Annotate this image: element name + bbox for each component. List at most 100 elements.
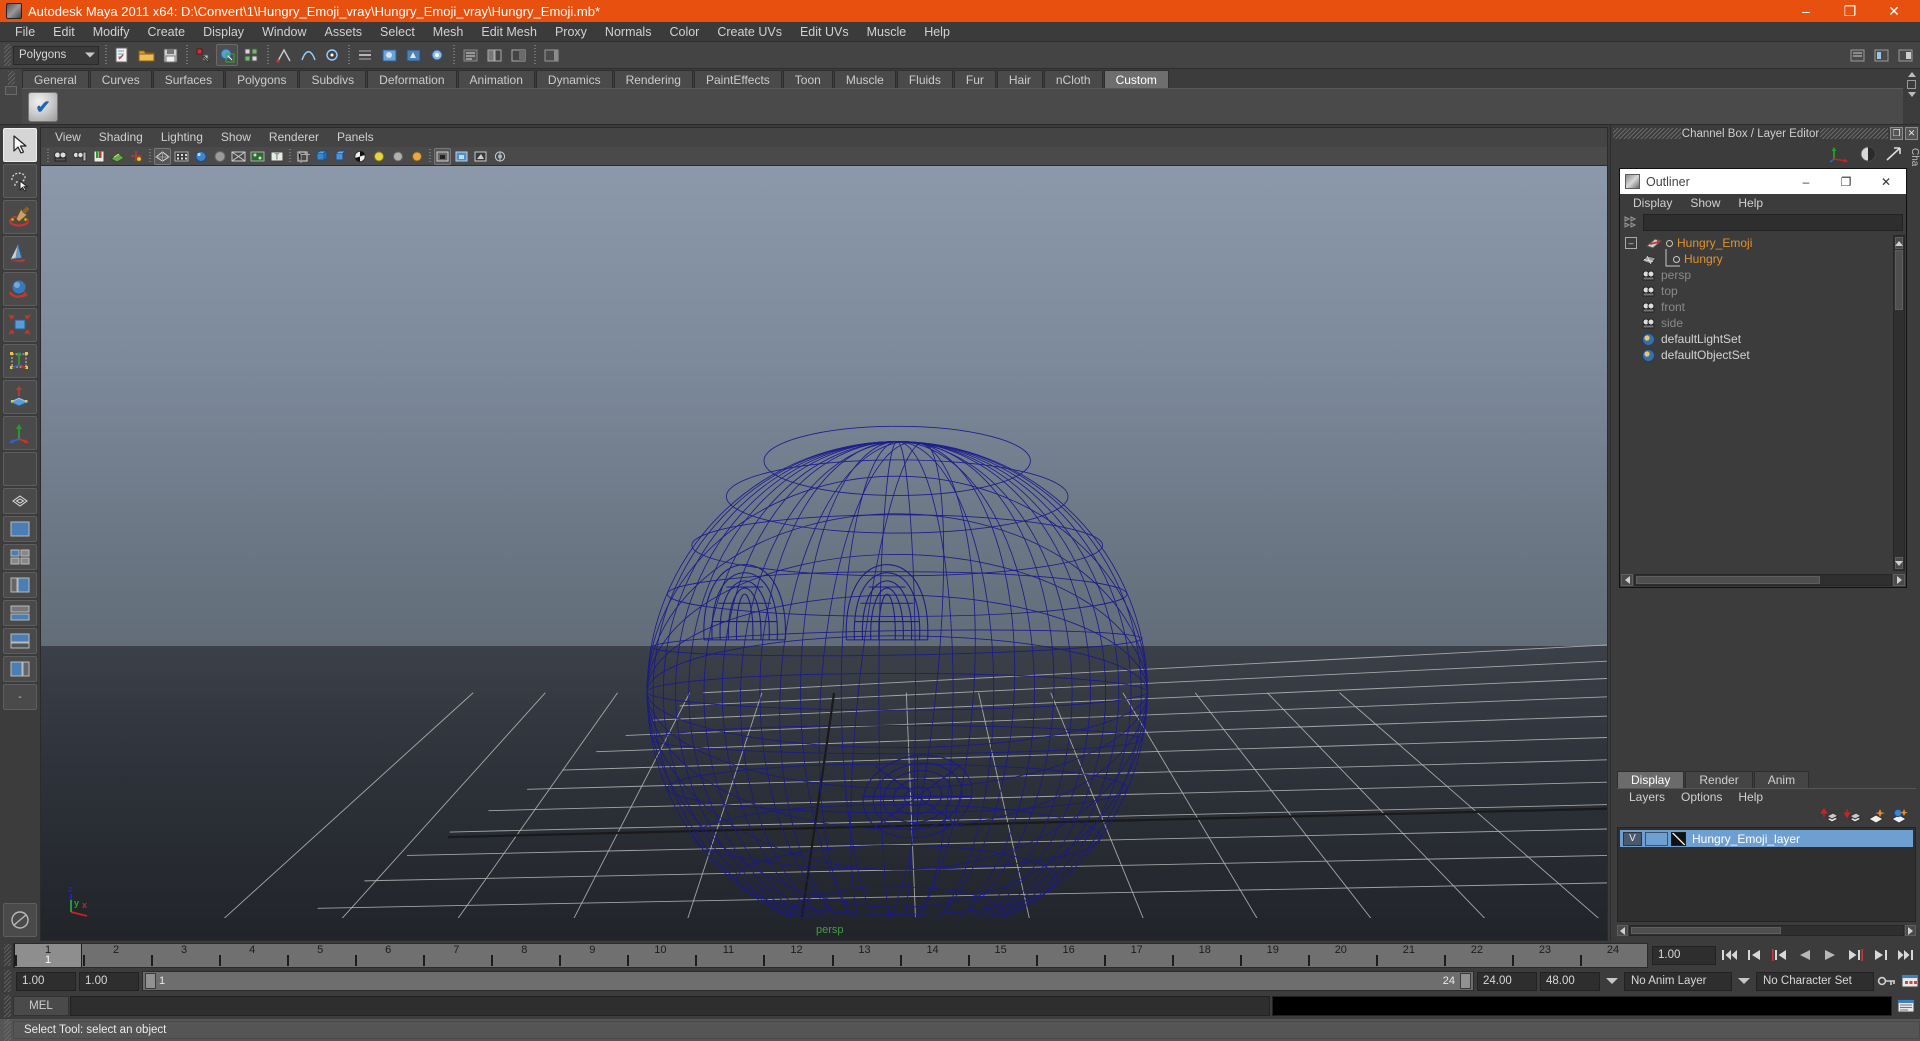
menu-edit-mesh[interactable]: Edit Mesh	[472, 22, 546, 42]
wireframe-shading-icon[interactable]	[154, 148, 171, 165]
viewport-3d[interactable]: persp z y x	[41, 166, 1607, 940]
layer-menu-layers[interactable]: Layers	[1621, 789, 1673, 806]
outliner-row-top[interactable]: top	[1620, 283, 1906, 299]
rotate-tool[interactable]	[3, 272, 37, 306]
smooth-mesh-preview-icon[interactable]	[332, 148, 349, 165]
dock-grip-left[interactable]	[1613, 128, 1681, 139]
select-by-component-type-icon[interactable]	[240, 44, 262, 66]
shelf-expand-icon[interactable]	[1907, 80, 1916, 89]
anim-layer-select[interactable]: No Anim Layer	[1624, 972, 1732, 991]
create-layer-from-selected-icon[interactable]	[1890, 808, 1908, 824]
show-hide-tool-settings-icon[interactable]	[1870, 44, 1892, 66]
menu-file[interactable]: File	[6, 22, 44, 42]
scroll-up-icon[interactable]	[1895, 237, 1903, 249]
open-scene-icon[interactable]	[135, 44, 157, 66]
character-set-dropdown-icon[interactable]	[1738, 978, 1750, 984]
bookmark-icon[interactable]	[90, 148, 107, 165]
outliner-row-side[interactable]: side	[1620, 315, 1906, 331]
step-back-frame-button[interactable]	[1744, 945, 1766, 965]
range-slider-bar[interactable]: 1 24	[142, 971, 1474, 991]
outliner-menu-show[interactable]: Show	[1681, 194, 1729, 212]
last-tool-used[interactable]	[3, 452, 37, 486]
outliner-row-hungry[interactable]: Hungry	[1620, 251, 1906, 267]
select-by-hierarchy-icon[interactable]	[192, 44, 214, 66]
playback-start-time-field[interactable]: 1.00	[79, 972, 139, 991]
shelf-tab-fluids[interactable]: Fluids	[897, 70, 953, 88]
outliner-row-hungry-emoji[interactable]: – Hungry_Emoji	[1620, 235, 1906, 251]
show-hide-attribute-editor-icon[interactable]	[1846, 44, 1868, 66]
menu-edit[interactable]: Edit	[44, 22, 84, 42]
quick-layout-icon[interactable]	[3, 488, 37, 514]
step-forward-frame-button[interactable]	[1869, 945, 1891, 965]
help-line-grip[interactable]	[4, 1019, 11, 1041]
menu-edit-uvs[interactable]: Edit UVs	[791, 22, 858, 42]
show-manipulators-icon[interactable]	[1830, 145, 1852, 163]
select-tool[interactable]	[3, 128, 37, 162]
channel-box-close-button[interactable]: ✕	[1905, 127, 1918, 140]
scroll-left-icon[interactable]	[1621, 574, 1633, 586]
viewport-settings-icon[interactable]	[472, 148, 489, 165]
script-editor-icon[interactable]	[1897, 998, 1915, 1014]
command-input-field[interactable]	[70, 996, 1270, 1016]
go-to-start-button[interactable]	[1719, 945, 1741, 965]
outliner-menu-help[interactable]: Help	[1729, 194, 1772, 212]
use-selected-lights-icon[interactable]	[408, 148, 425, 165]
image-plane-icon[interactable]	[109, 148, 126, 165]
shelf-tab-general[interactable]: General	[22, 70, 89, 88]
render-view-icon[interactable]	[378, 44, 400, 66]
outliner-minimize-button[interactable]: –	[1786, 169, 1826, 194]
shadows-icon[interactable]	[434, 148, 451, 165]
time-slider-grip[interactable]	[4, 944, 11, 966]
tab-render[interactable]: Render	[1685, 771, 1752, 788]
menu-window[interactable]: Window	[253, 22, 315, 42]
close-button[interactable]: ✕	[1872, 0, 1916, 22]
viewport-menu-renderer[interactable]: Renderer	[260, 128, 328, 147]
outliner-row-persp[interactable]: persp	[1620, 267, 1906, 283]
layout-persp-outliner-icon[interactable]	[3, 656, 37, 682]
layout-more-icon[interactable]: -	[3, 684, 37, 710]
render-globals-icon[interactable]	[426, 44, 448, 66]
outliner-filter-icon[interactable]	[1623, 215, 1639, 230]
outliner-hscroll-track[interactable]	[1634, 574, 1892, 586]
scroll-right-icon[interactable]	[1893, 574, 1905, 586]
animation-end-time-field[interactable]: 48.00	[1540, 972, 1600, 991]
layout-persp-graph-icon[interactable]	[3, 628, 37, 654]
universal-manipulator-tool[interactable]	[3, 344, 37, 378]
soft-modification-tool[interactable]	[3, 380, 37, 414]
layer-hscroll-thumb[interactable]	[1631, 927, 1781, 934]
snap-to-point-icon[interactable]	[321, 44, 343, 66]
range-end-handle[interactable]	[1460, 973, 1471, 989]
save-scene-icon[interactable]	[159, 44, 181, 66]
layer-menu-help[interactable]: Help	[1730, 789, 1771, 806]
shelf-scroll-up-icon[interactable]	[1908, 72, 1916, 77]
expand-panel-icon[interactable]	[1884, 145, 1904, 163]
new-scene-icon[interactable]	[111, 44, 133, 66]
outliner-horizontal-scrollbar[interactable]	[1620, 573, 1906, 587]
shelf-grip[interactable]	[8, 71, 15, 85]
outliner-hscroll-thumb[interactable]	[1636, 576, 1820, 584]
hungry-emoji-wireframe-mesh[interactable]	[41, 166, 1607, 918]
shelf-tab-painteffects[interactable]: PaintEffects	[694, 70, 782, 88]
go-to-end-button[interactable]	[1894, 945, 1916, 965]
menu-help[interactable]: Help	[915, 22, 959, 42]
shelf-tab-ncloth[interactable]: nCloth	[1044, 70, 1103, 88]
use-all-lights-icon[interactable]	[370, 148, 387, 165]
shelf-tab-subdivs[interactable]: Subdivs	[299, 70, 366, 88]
animation-start-time-field[interactable]: 1.00	[16, 972, 76, 991]
maximize-button[interactable]: ❐	[1828, 0, 1872, 22]
menu-create[interactable]: Create	[139, 22, 195, 42]
menu-proxy[interactable]: Proxy	[546, 22, 596, 42]
paint-effects-globals-icon[interactable]	[3, 903, 37, 937]
outliner-maximize-button[interactable]: ❐	[1826, 169, 1866, 194]
minimize-button[interactable]: –	[1784, 0, 1828, 22]
move-tool[interactable]	[3, 236, 37, 270]
occlusion-icon[interactable]	[453, 148, 470, 165]
shelf-tab-animation[interactable]: Animation	[458, 70, 535, 88]
flat-shade-icon[interactable]	[211, 148, 228, 165]
paint-select-tool[interactable]	[3, 200, 37, 234]
shelf-tab-deformation[interactable]: Deformation	[367, 70, 456, 88]
outliner-row-front[interactable]: front	[1620, 299, 1906, 315]
shade-options-icon[interactable]	[230, 148, 247, 165]
use-default-lighting-icon[interactable]	[389, 148, 406, 165]
select-camera-icon[interactable]	[52, 148, 69, 165]
